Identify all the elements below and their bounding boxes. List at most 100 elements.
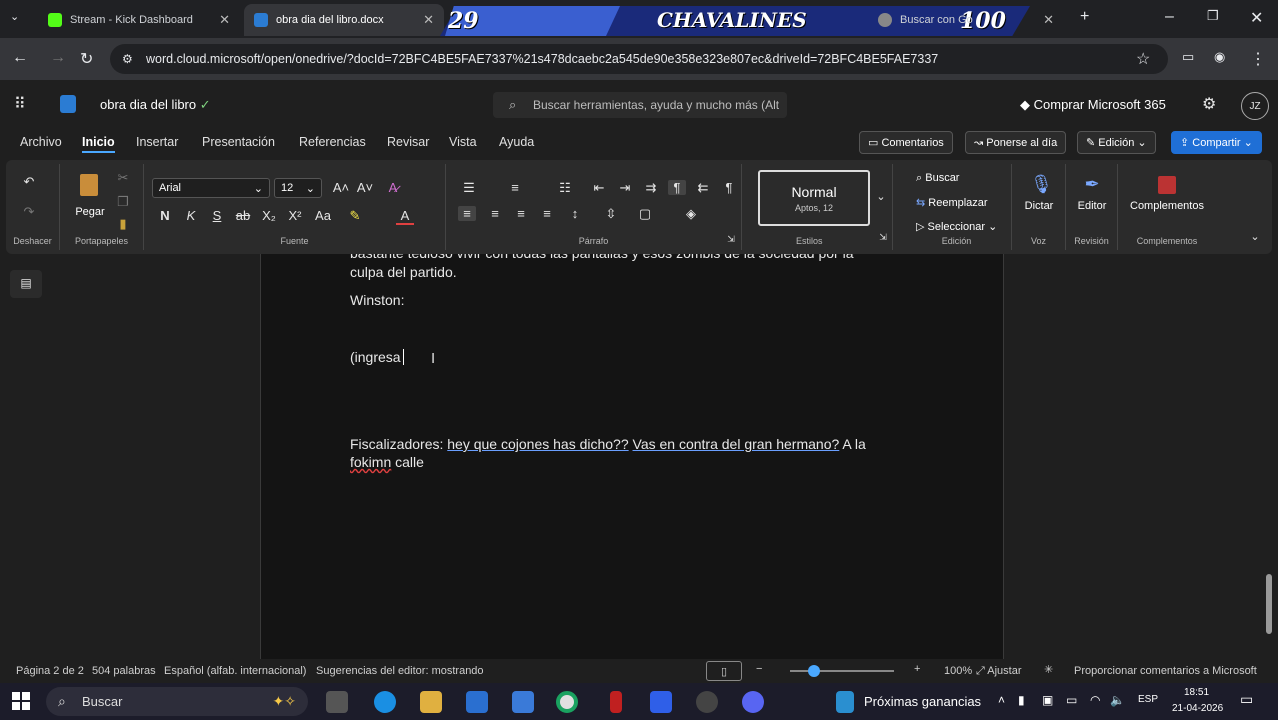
font-name-select[interactable]: Arial ⌄ [152, 178, 270, 198]
edge-icon[interactable] [374, 691, 396, 713]
language-status[interactable]: Español (alfab. internacional) [164, 665, 306, 677]
ltr-icon[interactable]: ⇉ [642, 180, 660, 196]
maximize-icon[interactable]: ❐ [1207, 8, 1219, 24]
navigation-pane-icon[interactable]: ▤ [10, 270, 42, 298]
forward-icon[interactable]: → [50, 49, 66, 67]
multilevel-icon[interactable]: ☷ [556, 180, 574, 196]
zoom-in-icon[interactable]: + [914, 663, 920, 675]
tab-insertar[interactable]: Insertar [136, 135, 178, 149]
feedback-link[interactable]: Proporcionar comentarios a Microsoft [1074, 665, 1257, 677]
align-center-icon[interactable]: ≡ [486, 206, 504, 221]
align-left-icon[interactable]: ≡ [458, 206, 476, 221]
bold-button[interactable]: N [156, 208, 174, 223]
styles-launcher-icon[interactable]: ⇲ [874, 232, 892, 243]
window-close-icon[interactable]: ✕ [1250, 8, 1263, 28]
case-icon[interactable]: Aa [314, 208, 332, 223]
page-count[interactable]: Página 2 de 2 [16, 665, 84, 677]
minimize-icon[interactable]: – [1165, 8, 1174, 26]
editor-suggestions-status[interactable]: Sugerencias del editor: mostrando [316, 665, 484, 677]
styles-expand-icon[interactable]: ⌄ [872, 190, 890, 203]
close-icon[interactable]: ✕ [423, 12, 434, 28]
scrollbar-thumb[interactable] [1266, 574, 1272, 634]
rtl-icon[interactable]: ⇇ [694, 180, 712, 196]
document-page[interactable]: bastante tedioso vivir con todas las pan… [260, 254, 1004, 659]
tab-presentacion[interactable]: Presentación [202, 135, 275, 149]
superscript-button[interactable]: X² [286, 208, 304, 223]
avatar[interactable]: JZ [1241, 92, 1269, 120]
word-logo-icon[interactable] [60, 95, 76, 113]
tab-word-doc[interactable]: obra dia del libro.docx ✕ [244, 4, 444, 36]
tray-monitor-icon[interactable]: ▭ [1066, 693, 1077, 707]
increase-indent-icon[interactable]: ⇥ [616, 180, 634, 196]
new-tab-icon[interactable]: + [1080, 8, 1089, 26]
word-count[interactable]: 504 palabras [92, 665, 156, 677]
cut-icon[interactable]: ✂ [114, 170, 132, 186]
reload-icon[interactable]: ↻ [80, 49, 93, 69]
zoom-level[interactable]: 100% [944, 665, 972, 677]
catchup-button[interactable]: ↝ Ponerse al día [965, 131, 1067, 154]
spacing-icon[interactable]: ⇳ [602, 206, 620, 222]
tab-buscar-google[interactable]: Buscar con Go ✕ [868, 4, 1064, 36]
justify-icon[interactable]: ≡ [538, 206, 556, 221]
wifi-icon[interactable]: ◠ [1090, 693, 1100, 707]
site-info-icon[interactable]: ⚙ [122, 52, 133, 66]
editor-button[interactable]: Editor [1066, 200, 1118, 212]
dictate-button[interactable]: Dictar [1012, 200, 1066, 212]
addins-icon[interactable] [1158, 176, 1176, 194]
close-icon[interactable]: ✕ [1043, 12, 1054, 28]
tab-referencias[interactable]: Referencias [299, 135, 366, 149]
ribbon-collapse-icon[interactable]: ⌄ [1246, 230, 1264, 243]
style-normal-tile[interactable]: Normal Aptos, 12 [758, 170, 870, 226]
search-input[interactable]: ⌕ Buscar herramientas, ayuda y mucho más… [493, 92, 787, 118]
back-icon[interactable]: ← [12, 49, 28, 67]
cast-icon[interactable]: ▭ [1182, 49, 1194, 65]
file-explorer-icon[interactable] [420, 691, 442, 713]
share-button[interactable]: ⇪ Compartir ⌄ [1171, 131, 1262, 154]
outlook-icon[interactable] [466, 691, 488, 713]
redo-icon[interactable]: ↷ [20, 204, 38, 220]
show-marks-icon[interactable]: ¶ [668, 180, 686, 195]
editing-mode-button[interactable]: ✎ Edición ⌄ [1077, 131, 1156, 154]
format-painter-icon[interactable]: ▮ [114, 216, 132, 232]
shrink-font-icon[interactable]: A˅ [356, 180, 374, 195]
tab-archivo[interactable]: Archivo [20, 135, 62, 149]
zoom-out-icon[interactable]: − [756, 663, 762, 675]
microphone-icon[interactable]: 🎙 [1030, 174, 1053, 195]
strikethrough-button[interactable]: ab [234, 208, 252, 223]
decrease-indent-icon[interactable]: ⇤ [590, 180, 608, 196]
grow-font-icon[interactable]: A˄ [332, 180, 350, 195]
zoom-slider[interactable] [790, 665, 894, 677]
clock-date[interactable]: 21-04-2026 [1172, 703, 1223, 714]
clock-time[interactable]: 18:51 [1184, 687, 1209, 698]
settings-gear-icon[interactable]: ⚙ [1202, 94, 1216, 114]
tab-revisar[interactable]: Revisar [387, 135, 429, 149]
taskbar-search[interactable]: ⌕ Buscar ✦✧ [46, 687, 308, 716]
line-spacing-icon[interactable]: ↕ [566, 206, 584, 221]
close-icon[interactable]: ✕ [219, 12, 230, 28]
notifications-icon[interactable]: ▭ [1240, 691, 1253, 708]
paste-button[interactable]: Pegar [70, 206, 110, 218]
widget-icon[interactable] [836, 691, 854, 713]
tray-app-icon[interactable]: ▣ [1042, 693, 1053, 707]
select-button[interactable]: ▷ Seleccionar ⌄ [916, 220, 997, 233]
app-launcher-icon[interactable]: ⠿ [14, 94, 26, 114]
copy-icon[interactable]: ❐ [114, 194, 132, 210]
chrome-icon[interactable] [556, 691, 578, 713]
app-red-icon[interactable] [610, 691, 622, 713]
task-view-icon[interactable] [326, 691, 348, 713]
tab-kick-dashboard[interactable]: Stream - Kick Dashboard ✕ [38, 4, 240, 36]
underline-button[interactable]: S [208, 208, 226, 223]
tab-vista[interactable]: Vista [449, 135, 477, 149]
discord-icon[interactable] [742, 691, 764, 713]
tab-list-chevron-icon[interactable]: ⌄ [10, 10, 19, 23]
buy-m365-link[interactable]: ◆ Comprar Microsoft 365 [1020, 97, 1166, 113]
addins-button[interactable]: Complementos [1118, 200, 1216, 212]
comments-button[interactable]: ▭ Comentarios [859, 131, 953, 154]
borders-icon[interactable]: ▢ [636, 206, 654, 222]
document-title[interactable]: obra dia del libro ✓ [100, 97, 211, 113]
clear-format-icon[interactable]: A̷ [384, 180, 402, 195]
zoom-slider-thumb[interactable] [808, 665, 820, 677]
language-indicator[interactable]: ESP [1138, 694, 1158, 705]
highlight-icon[interactable]: ✎ [346, 208, 364, 224]
bullets-icon[interactable]: ☰ [460, 180, 478, 196]
